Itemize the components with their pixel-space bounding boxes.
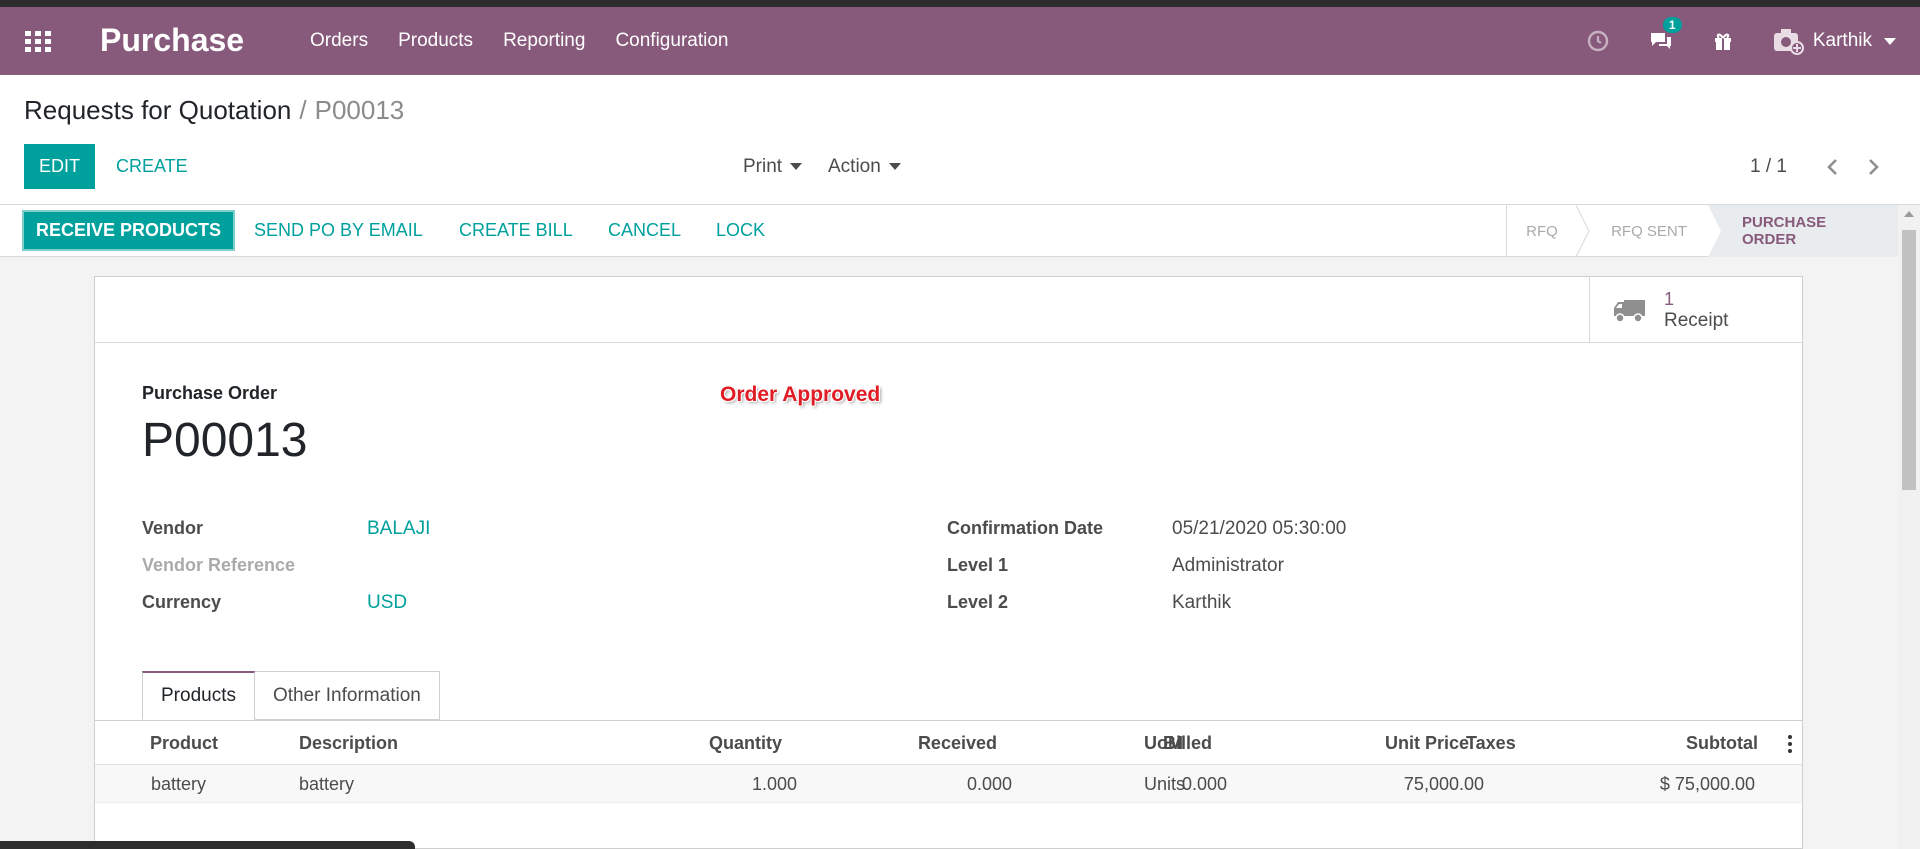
- tab-products[interactable]: Products: [142, 671, 255, 720]
- table-row[interactable]: battery battery 1.000 0.000 0.000 Units …: [95, 765, 1802, 803]
- pager-value[interactable]: 1 / 1: [1750, 156, 1787, 178]
- cell-quantity: 1.000: [751, 774, 797, 794]
- pager-next-icon[interactable]: [1863, 155, 1883, 179]
- create-bill-button[interactable]: CREATE BILL: [459, 220, 573, 241]
- menu-reporting[interactable]: Reporting: [503, 30, 585, 52]
- stage-rfq: RFQ: [1507, 205, 1577, 257]
- col-taxes[interactable]: Taxes: [1466, 733, 1516, 754]
- page-scrollbar[interactable]: [1898, 205, 1920, 849]
- menu-orders[interactable]: Orders: [310, 30, 368, 52]
- action-caret-icon: [888, 163, 901, 171]
- cell-subtotal: $ 75,000.00: [1659, 774, 1755, 794]
- smart-button-box: 1 Receipt: [95, 277, 1802, 343]
- status-bar: RECEIVE PRODUCTS SEND PO BY EMAIL CREATE…: [0, 205, 1898, 257]
- confirmation-date-label: Confirmation Date: [947, 518, 1104, 538]
- confirmation-date-value: 05/21/2020 05:30:00: [1172, 518, 1347, 539]
- app-brand[interactable]: Purchase: [100, 22, 244, 59]
- apps-grid-icon[interactable]: [25, 31, 51, 52]
- stage-purchase-order: PURCHASE ORDER: [1722, 205, 1898, 257]
- user-name: Karthik: [1812, 30, 1872, 51]
- cancel-button[interactable]: CANCEL: [608, 220, 681, 241]
- vendor-label: Vendor: [142, 518, 204, 538]
- vendor-reference-label: Vendor Reference: [142, 555, 296, 575]
- col-description[interactable]: Description: [299, 733, 398, 754]
- action-dropdown[interactable]: Action: [828, 156, 901, 178]
- print-dropdown[interactable]: Print: [743, 156, 803, 178]
- column-options-icon[interactable]: [1788, 735, 1792, 753]
- col-received[interactable]: Received: [918, 733, 997, 754]
- level2-value: Karthik: [1172, 592, 1232, 613]
- user-menu[interactable]: Karthik: [1773, 27, 1896, 55]
- scroll-thumb[interactable]: [1902, 230, 1916, 490]
- breadcrumb-separator: /: [299, 95, 307, 125]
- document-type-label: Purchase Order: [142, 383, 278, 403]
- action-label: Action: [828, 156, 881, 177]
- level1-label: Level 1: [947, 555, 1009, 575]
- form-sheet: 1 Receipt Purchase Order P00013 Order Ap…: [94, 276, 1803, 849]
- notebook-tabs: Products Other Information: [142, 671, 440, 720]
- print-caret-icon: [790, 163, 803, 171]
- print-label: Print: [743, 156, 783, 177]
- col-product[interactable]: Product: [150, 733, 218, 754]
- stage-rfq-sent-label: RFQ SENT: [1611, 222, 1687, 240]
- stage-rfq-sent: RFQ SENT: [1590, 205, 1708, 257]
- main-navbar: Purchase Orders Products Reporting Confi…: [0, 7, 1920, 75]
- breadcrumb-parent[interactable]: Requests for Quotation: [24, 95, 291, 125]
- breadcrumb: Requests for Quotation / P00013: [24, 95, 404, 126]
- order-lines-table: Product Description Quantity Received Bi…: [95, 721, 1802, 803]
- top-menu: Orders Products Reporting Configuration: [310, 7, 758, 75]
- cell-product: battery: [151, 774, 207, 794]
- tab-other-information[interactable]: Other Information: [254, 671, 440, 720]
- receipt-smart-button[interactable]: 1 Receipt: [1589, 277, 1802, 343]
- systray: 1 Karthik: [1587, 7, 1920, 75]
- currency-label: Currency: [142, 592, 222, 612]
- cell-billed: 0.000: [1181, 774, 1227, 794]
- window-top-strip: [0, 0, 1920, 7]
- stage-pipeline: RFQ RFQ SENT PURCHASE ORDER: [1506, 205, 1898, 257]
- menu-configuration[interactable]: Configuration: [615, 30, 728, 52]
- gift-icon[interactable]: [1713, 31, 1733, 51]
- lock-button[interactable]: LOCK: [716, 220, 765, 241]
- col-unit-price[interactable]: Unit Price: [1385, 733, 1469, 754]
- receipt-count: 1: [1664, 289, 1675, 309]
- col-uom[interactable]: UoM: [1144, 733, 1183, 754]
- control-panel: Requests for Quotation / P00013 EDIT CREAT…: [0, 75, 1920, 205]
- cell-received: 0.000: [966, 774, 1012, 794]
- user-avatar-icon: [1773, 29, 1804, 55]
- create-button[interactable]: CREATE: [116, 156, 188, 177]
- activity-clock-icon[interactable]: [1587, 30, 1609, 52]
- level2-label: Level 2: [947, 592, 1009, 612]
- cell-description: battery: [299, 774, 355, 794]
- table-header: Product Description Quantity Received Bi…: [95, 721, 1802, 765]
- pager-previous-icon[interactable]: [1823, 155, 1843, 179]
- col-subtotal[interactable]: Subtotal: [1686, 733, 1758, 754]
- stage-purchase-order-label: PURCHASE ORDER: [1742, 214, 1827, 248]
- edit-button[interactable]: EDIT: [24, 144, 95, 189]
- level1-value: Administrator: [1172, 555, 1284, 576]
- stage-separator-icon: [1576, 205, 1590, 257]
- taskbar-fragment: [0, 841, 415, 849]
- chat-icon[interactable]: 1: [1649, 17, 1682, 51]
- send-po-email-button[interactable]: SEND PO BY EMAIL: [254, 220, 423, 241]
- col-quantity[interactable]: Quantity: [709, 733, 782, 754]
- truck-icon: [1614, 300, 1645, 323]
- approval-status-label: Order Approved: [720, 383, 881, 406]
- stage-rfq-label: RFQ: [1526, 222, 1558, 240]
- breadcrumb-current: P00013: [314, 95, 405, 125]
- vendor-value[interactable]: BALAJI: [367, 518, 430, 540]
- chat-badge: 1: [1662, 17, 1682, 33]
- stage-active-arrow-icon: [1708, 205, 1722, 257]
- po-number: P00013: [142, 414, 308, 467]
- menu-products[interactable]: Products: [398, 30, 473, 52]
- cell-uom: Units: [1144, 774, 1186, 794]
- cell-unit-price: 75,000.00: [1403, 774, 1484, 794]
- currency-value[interactable]: USD: [367, 592, 407, 614]
- receive-products-button[interactable]: RECEIVE PRODUCTS: [22, 210, 235, 251]
- receipt-label: Receipt: [1664, 310, 1729, 331]
- user-caret-icon: [1884, 37, 1896, 45]
- scroll-up-icon[interactable]: [1904, 211, 1914, 217]
